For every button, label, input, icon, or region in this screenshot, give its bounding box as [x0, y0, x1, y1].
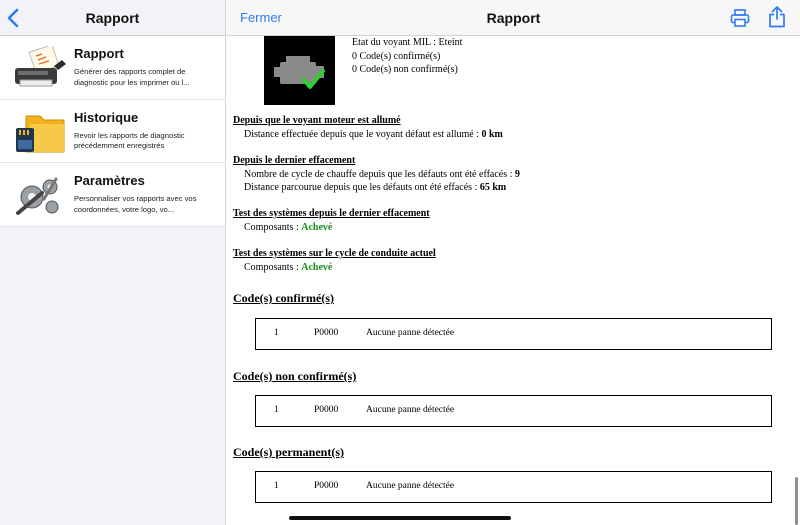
sidebar-item-rapport[interactable]: Rapport Générer des rapports complet de …	[0, 36, 225, 100]
line-label: Distance effectuée depuis que le voyant …	[244, 128, 482, 140]
code-index: 1	[274, 481, 279, 491]
section-heading: Depuis que le voyant moteur est allumé	[233, 115, 401, 126]
printer-report-icon	[15, 46, 66, 87]
report-panel: Fermer Rapport Etat du voyant MIL : Etei…	[227, 0, 800, 525]
mil-status-block: Etat du voyant MIL : Eteint 0 Code(s) co…	[352, 36, 462, 77]
report-document: Etat du voyant MIL : Eteint 0 Code(s) co…	[227, 36, 800, 525]
share-icon[interactable]	[768, 6, 786, 28]
code-index: 1	[274, 328, 279, 338]
section-line: Distance effectuée depuis que le voyant …	[233, 128, 503, 142]
section-line: Composants : Achevé	[233, 221, 430, 235]
since-mil-section: Depuis que le voyant moteur est allumé D…	[233, 114, 503, 141]
code-index: 1	[274, 405, 279, 415]
confirmed-codes-table: 1 P0000 Aucune panne détectée	[255, 318, 772, 350]
code-description: Aucune panne détectée	[366, 328, 455, 338]
line-label: Distance parcourue depuis que les défaut…	[244, 182, 480, 193]
section-heading: Depuis le dernier effacement	[233, 155, 356, 166]
line-value: 9	[514, 168, 520, 180]
code-description: Aucune panne détectée	[366, 405, 455, 415]
unconfirmed-codes-table: 1 P0000 Aucune panne détectée	[255, 395, 772, 427]
code-value: P0000	[314, 328, 339, 338]
sidebar-title: Rapport	[85, 10, 140, 26]
sidebar-menu: Rapport Générer des rapports complet de …	[0, 36, 225, 227]
status-value: Achevé	[301, 221, 333, 233]
code-description: Aucune panne détectée	[366, 481, 455, 491]
navigation-bar: Fermer Rapport	[227, 0, 800, 36]
sidebar-item-title: Paramètres	[74, 173, 145, 188]
section-line: Distance parcourue depuis que les défaut…	[233, 181, 520, 195]
line-label: Composants :	[244, 221, 302, 233]
line-label: Composants :	[244, 261, 302, 273]
sidebar: Rapport Rapport Générer des rapports com…	[0, 0, 226, 525]
engine-check-icon	[264, 36, 335, 105]
sidebar-item-title: Rapport	[74, 46, 124, 61]
line-value: 0 km	[481, 128, 503, 140]
confirmed-codes-title: Code(s) confirmé(s)	[233, 291, 334, 305]
permanent-codes-table: 1 P0000 Aucune panne détectée	[255, 471, 772, 503]
unconfirmed-codes-title: Code(s) non confirmé(s)	[233, 369, 357, 383]
status-value: Achevé	[301, 261, 333, 273]
section-line: Nombre de cycle de chauffe depuis que le…	[233, 168, 520, 182]
folder-sdcard-icon	[16, 115, 65, 152]
home-indicator[interactable]	[289, 516, 511, 520]
test-since-clear-section: Test des systèmes depuis le dernier effa…	[233, 207, 430, 234]
mil-status: Etat du voyant MIL : Eteint	[352, 37, 463, 48]
page-title: Rapport	[486, 10, 541, 26]
scrollbar[interactable]	[795, 477, 798, 525]
test-current-section: Test des systèmes sur le cycle de condui…	[233, 247, 436, 274]
mil-confirmed-count: 0 Code(s) confirmé(s)	[352, 50, 441, 62]
section-line: Composants : Achevé	[233, 261, 436, 275]
sidebar-item-desc: Revoir les rapports de diagnostic précéd…	[74, 130, 185, 151]
permanent-codes-title: Code(s) permanent(s)	[233, 445, 344, 459]
mil-unconfirmed-count: 0 Code(s) non confirmé(s)	[352, 64, 458, 75]
close-button[interactable]: Fermer	[240, 10, 282, 25]
sidebar-item-parametres[interactable]: Paramètres Personnaliser vos rapports av…	[0, 163, 225, 227]
line-value: 65 km	[479, 182, 507, 193]
sidebar-header: Rapport	[0, 0, 225, 36]
sidebar-item-desc: Générer des rapports complet de diagnost…	[74, 67, 190, 87]
sidebar-item-historique[interactable]: Historique Revoir les rapports de diagno…	[0, 100, 225, 163]
code-value: P0000	[314, 481, 339, 491]
section-heading: Test des systèmes depuis le dernier effa…	[233, 208, 430, 219]
printer-icon[interactable]	[730, 8, 750, 28]
section-heading: Test des systèmes sur le cycle de condui…	[233, 248, 436, 259]
gears-icon	[16, 177, 59, 215]
since-clear-section: Depuis le dernier effacement Nombre de c…	[233, 154, 520, 195]
code-value: P0000	[314, 405, 339, 415]
sidebar-item-desc: Personnaliser vos rapports avec vos coor…	[74, 194, 197, 214]
sidebar-item-title: Historique	[74, 109, 139, 125]
line-label: Nombre de cycle de chauffe depuis que le…	[244, 168, 515, 180]
